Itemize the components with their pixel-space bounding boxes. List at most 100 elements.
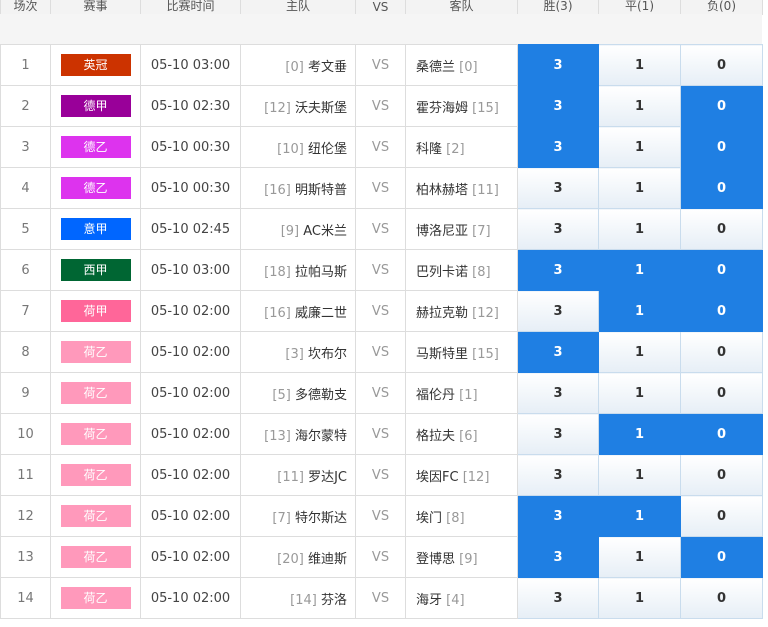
home-team: [16] 威廉二世 bbox=[240, 290, 356, 332]
vs-label: VS bbox=[355, 577, 406, 619]
away-name: 埃门 bbox=[416, 510, 443, 526]
odds-draw-button[interactable]: 1 bbox=[598, 577, 681, 619]
odds-win-button[interactable]: 3 bbox=[517, 290, 599, 332]
odds-win-button[interactable]: 3 bbox=[517, 126, 599, 168]
vs-label: VS bbox=[355, 126, 406, 168]
match-time: 05-10 02:00 bbox=[140, 331, 241, 373]
odds-draw-button[interactable]: 1 bbox=[598, 536, 681, 578]
odds-win-button[interactable]: 3 bbox=[517, 454, 599, 496]
league-cell: 德甲 bbox=[50, 85, 141, 127]
odds-win-button[interactable]: 3 bbox=[517, 208, 599, 250]
odds-lose-button[interactable]: 0 bbox=[680, 126, 763, 168]
odds-lose-button[interactable]: 0 bbox=[680, 208, 763, 250]
home-name: 考文垂 bbox=[307, 59, 347, 75]
away-name: 登博思 bbox=[416, 551, 456, 567]
vs-label: VS bbox=[355, 495, 406, 537]
odds-win-button[interactable]: 3 bbox=[517, 44, 599, 86]
odds-draw-button[interactable]: 1 bbox=[598, 331, 681, 373]
away-name: 海牙 bbox=[416, 592, 443, 608]
match-time: 05-10 02:00 bbox=[140, 454, 241, 496]
league-badge: 荷乙 bbox=[60, 341, 131, 363]
home-name: 沃夫斯堡 bbox=[294, 100, 347, 116]
match-time: 05-10 03:00 bbox=[140, 249, 241, 291]
match-index: 9 bbox=[0, 372, 51, 414]
header-vs: VS bbox=[355, 0, 406, 15]
away-rank: [8] bbox=[472, 264, 491, 280]
home-rank: [7] bbox=[272, 510, 291, 526]
home-name: 海尔蒙特 bbox=[294, 428, 347, 444]
odds-draw-button[interactable]: 1 bbox=[598, 249, 681, 291]
odds-draw-button[interactable]: 1 bbox=[598, 208, 681, 250]
odds-win-button[interactable]: 3 bbox=[517, 577, 599, 619]
odds-draw-button[interactable]: 1 bbox=[598, 290, 681, 332]
match-row: 2 德甲 05-10 02:30 [12] 沃夫斯堡 VS 霍芬海姆 [15] 3 1 0 bbox=[0, 85, 763, 127]
odds-lose-button[interactable]: 0 bbox=[680, 44, 763, 86]
away-name: 科隆 bbox=[416, 141, 443, 157]
odds-lose-button[interactable]: 0 bbox=[680, 290, 763, 332]
away-team: 博洛尼亚 [7] bbox=[405, 208, 518, 250]
league-cell: 荷甲 bbox=[50, 290, 141, 332]
away-team: 巴列卡诺 [8] bbox=[405, 249, 518, 291]
odds-win-button[interactable]: 3 bbox=[517, 167, 599, 209]
odds-lose-button[interactable]: 0 bbox=[680, 167, 763, 209]
away-name: 福伦丹 bbox=[416, 387, 456, 403]
home-team: [9] AC米兰 bbox=[240, 208, 356, 250]
odds-win-button[interactable]: 3 bbox=[517, 249, 599, 291]
vs-label: VS bbox=[355, 44, 406, 86]
odds-lose-button[interactable]: 0 bbox=[680, 454, 763, 496]
match-index: 8 bbox=[0, 331, 51, 373]
match-row: 6 西甲 05-10 03:00 [18] 拉帕马斯 VS 巴列卡诺 [8] 3 1 0 bbox=[0, 249, 763, 291]
odds-win-button[interactable]: 3 bbox=[517, 413, 599, 455]
match-time: 05-10 02:45 bbox=[140, 208, 241, 250]
away-rank: [12] bbox=[462, 469, 490, 485]
league-cell: 荷乙 bbox=[50, 536, 141, 578]
odds-win-button[interactable]: 3 bbox=[517, 372, 599, 414]
odds-draw-button[interactable]: 1 bbox=[598, 85, 681, 127]
match-time: 05-10 02:00 bbox=[140, 495, 241, 537]
home-rank: [16] bbox=[264, 182, 291, 198]
odds-lose-button[interactable]: 0 bbox=[680, 577, 763, 619]
home-rank: [0] bbox=[285, 59, 304, 75]
odds-draw-button[interactable]: 1 bbox=[598, 44, 681, 86]
odds-draw-button[interactable]: 1 bbox=[598, 454, 681, 496]
league-cell: 意甲 bbox=[50, 208, 141, 250]
away-name: 博洛尼亚 bbox=[416, 223, 469, 239]
home-name: 罗达JC bbox=[308, 469, 347, 485]
league-cell: 荷乙 bbox=[50, 413, 141, 455]
odds-lose-button[interactable]: 0 bbox=[680, 85, 763, 127]
match-list: 1 英冠 05-10 03:00 [0] 考文垂 VS 桑德兰 [0] 3 1 0 2 德甲 05-1… bbox=[0, 44, 763, 619]
home-name: 芬洛 bbox=[320, 592, 347, 608]
odds-draw-button[interactable]: 1 bbox=[598, 413, 681, 455]
match-row: 1 英冠 05-10 03:00 [0] 考文垂 VS 桑德兰 [0] 3 1 0 bbox=[0, 44, 763, 86]
home-name: 明斯特普 bbox=[294, 182, 347, 198]
away-name: 格拉夫 bbox=[416, 428, 456, 444]
odds-lose-button[interactable]: 0 bbox=[680, 495, 763, 537]
odds-lose-button[interactable]: 0 bbox=[680, 372, 763, 414]
odds-win-button[interactable]: 3 bbox=[517, 85, 599, 127]
vs-label: VS bbox=[355, 167, 406, 209]
header-win: 胜(3) bbox=[517, 0, 599, 15]
league-badge: 荷乙 bbox=[60, 587, 131, 609]
odds-lose-button[interactable]: 0 bbox=[680, 249, 763, 291]
odds-lose-button[interactable]: 0 bbox=[680, 536, 763, 578]
league-badge: 德乙 bbox=[60, 136, 131, 158]
odds-lose-button[interactable]: 0 bbox=[680, 331, 763, 373]
odds-draw-button[interactable]: 1 bbox=[598, 126, 681, 168]
odds-draw-button[interactable]: 1 bbox=[598, 372, 681, 414]
league-cell: 荷乙 bbox=[50, 331, 141, 373]
odds-win-button[interactable]: 3 bbox=[517, 495, 599, 537]
odds-win-button[interactable]: 3 bbox=[517, 536, 599, 578]
odds-draw-button[interactable]: 1 bbox=[598, 495, 681, 537]
header-league: 赛事 bbox=[50, 0, 141, 15]
home-rank: [13] bbox=[264, 428, 291, 444]
match-row: 8 荷乙 05-10 02:00 [3] 坎布尔 VS 马斯特里 [15] 3 1 0 bbox=[0, 331, 763, 373]
home-team: [10] 纽伦堡 bbox=[240, 126, 356, 168]
odds-draw-button[interactable]: 1 bbox=[598, 167, 681, 209]
odds-win-button[interactable]: 3 bbox=[517, 331, 599, 373]
home-team: [11] 罗达JC bbox=[240, 454, 356, 496]
match-row: 5 意甲 05-10 02:45 [9] AC米兰 VS 博洛尼亚 [7] 3 1 0 bbox=[0, 208, 763, 250]
odds-lose-button[interactable]: 0 bbox=[680, 413, 763, 455]
away-team: 格拉夫 [6] bbox=[405, 413, 518, 455]
away-name: 霍芬海姆 bbox=[416, 100, 469, 116]
league-badge: 荷乙 bbox=[60, 546, 131, 568]
